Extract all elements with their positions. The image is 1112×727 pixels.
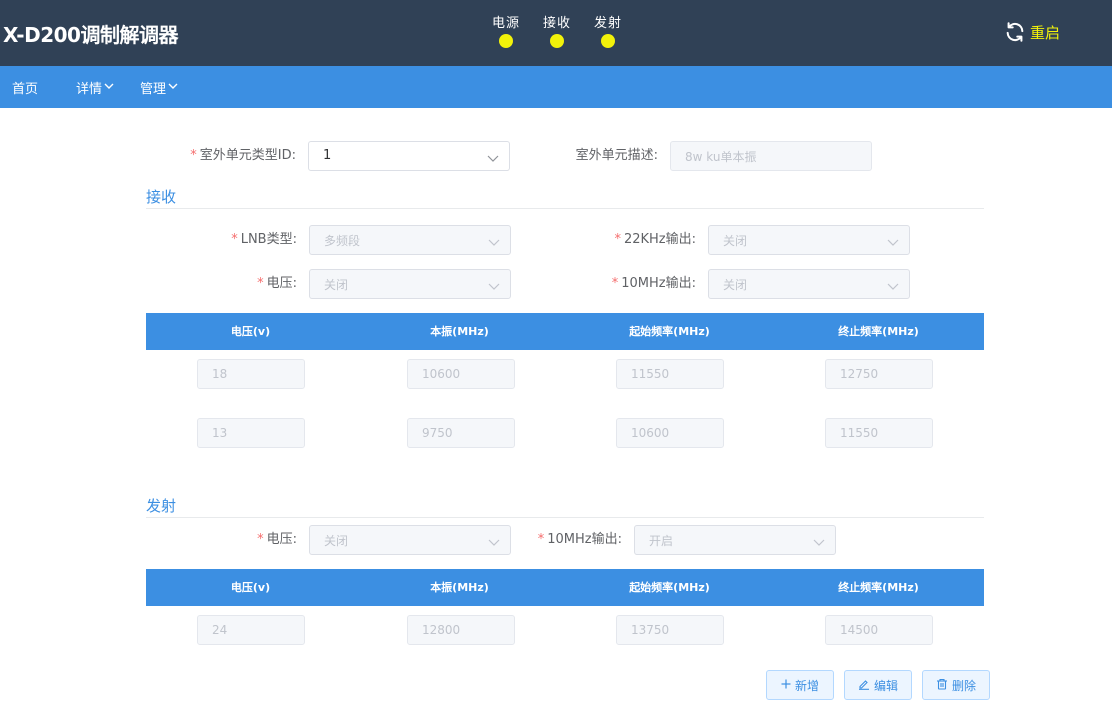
transmit-section-title: 发射 xyxy=(146,497,177,515)
receive-col-end-freq: 终止频率(MHz) xyxy=(838,325,919,338)
trash-icon xyxy=(936,678,952,693)
transmit-voltage-value: 关闭 xyxy=(324,534,349,548)
edit-button[interactable]: 编辑 xyxy=(844,670,912,700)
odu-type-id-value: 1 xyxy=(323,148,332,163)
transmit-voltage-label: * 电压: xyxy=(257,532,297,547)
odu-desc-label: 室外单元描述: xyxy=(575,148,658,163)
power-status-dot xyxy=(499,34,513,48)
receive-table-header: 电压(v) 本振(MHz) 起始频率(MHz) 终止频率(MHz) xyxy=(146,313,984,350)
receive-10mhz-output-label: * 10MHz输出: xyxy=(611,276,696,291)
receive-indicator: 接收 xyxy=(537,15,577,48)
nav-manage[interactable]: 管理 xyxy=(140,78,179,97)
receive-divider xyxy=(146,208,984,209)
nav-details[interactable]: 详情 xyxy=(76,78,115,97)
transmit-10mhz-output-label: * 10MHz输出: xyxy=(537,532,622,547)
chevron-down-icon xyxy=(488,536,500,551)
transmit-indicator-label: 发射 xyxy=(593,16,622,31)
receive-row1-lo-input[interactable]: 10600 xyxy=(407,359,515,389)
plus-icon xyxy=(781,678,795,692)
lnb-type-select[interactable]: 多频段 xyxy=(309,225,511,255)
transmit-table-header: 电压(v) 本振(MHz) 起始频率(MHz) 终止频率(MHz) xyxy=(146,569,984,606)
nav-manage-label: 管理 xyxy=(140,82,167,97)
transmit-row1-lo-input[interactable]: 12800 xyxy=(407,615,515,645)
restart-label: 重启 xyxy=(1030,23,1061,42)
khz22-output-value: 关闭 xyxy=(723,234,748,248)
chevron-down-icon xyxy=(166,80,179,96)
chevron-down-icon xyxy=(488,280,500,295)
nav-home[interactable]: 首页 xyxy=(12,78,38,97)
receive-row2-voltage-input[interactable]: 13 xyxy=(197,418,305,448)
receive-row2-end-input[interactable]: 11550 xyxy=(825,418,933,448)
power-indicator-label: 电源 xyxy=(491,16,520,31)
receive-col-lo: 本振(MHz) xyxy=(430,325,489,338)
edit-button-label: 编辑 xyxy=(873,678,898,693)
odu-type-id-select[interactable]: 1 xyxy=(308,141,510,171)
add-button[interactable]: 新增 xyxy=(766,670,834,700)
transmit-row1-start-input[interactable]: 13750 xyxy=(616,615,724,645)
odu-desc-input[interactable]: 8w ku单本振 xyxy=(670,141,872,171)
app-title: X-D200调制解调器 xyxy=(3,23,178,47)
chevron-down-icon xyxy=(887,280,899,295)
receive-section-title: 接收 xyxy=(146,188,177,206)
transmit-divider xyxy=(146,517,984,518)
transmit-row1-voltage-input[interactable]: 24 xyxy=(197,615,305,645)
receive-row2-start-input[interactable]: 10600 xyxy=(616,418,724,448)
receive-status-dot xyxy=(550,34,564,48)
restart-button[interactable]: 重启 xyxy=(1004,21,1060,43)
odu-desc-value: 8w ku单本振 xyxy=(685,150,757,164)
transmit-col-voltage: 电压(v) xyxy=(230,581,271,594)
receive-10mhz-output-value: 关闭 xyxy=(723,278,748,292)
transmit-indicator: 发射 xyxy=(588,15,628,48)
chevron-down-icon xyxy=(487,152,499,167)
odu-type-id-label: * 室外单元类型ID: xyxy=(190,148,296,163)
receive-row2-lo-input[interactable]: 9750 xyxy=(407,418,515,448)
chevron-down-icon xyxy=(488,236,500,251)
app-header: X-D200调制解调器 电源 接收 发射 重启 xyxy=(0,0,1112,66)
delete-button-label: 删除 xyxy=(951,678,976,693)
add-button-label: 新增 xyxy=(794,678,819,693)
edit-icon xyxy=(858,678,874,693)
delete-button[interactable]: 删除 xyxy=(922,670,990,700)
chevron-down-icon xyxy=(102,80,115,96)
transmit-col-start-freq: 起始频率(MHz) xyxy=(629,581,710,594)
khz22-output-label: * 22KHz输出: xyxy=(614,232,696,247)
chevron-down-icon xyxy=(887,236,899,251)
lnb-type-label: * LNB类型: xyxy=(231,232,297,247)
receive-row1-start-input[interactable]: 11550 xyxy=(616,359,724,389)
receive-voltage-select[interactable]: 关闭 xyxy=(309,269,511,299)
transmit-status-dot xyxy=(601,34,615,48)
receive-col-voltage: 电压(v) xyxy=(230,325,271,338)
nav-details-label: 详情 xyxy=(76,82,103,97)
receive-col-start-freq: 起始频率(MHz) xyxy=(629,325,710,338)
receive-voltage-label: * 电压: xyxy=(257,276,297,291)
power-indicator: 电源 xyxy=(486,15,526,48)
transmit-col-lo: 本振(MHz) xyxy=(430,581,489,594)
refresh-icon xyxy=(1004,21,1026,43)
receive-10mhz-output-select[interactable]: 关闭 xyxy=(708,269,910,299)
transmit-10mhz-output-value: 开启 xyxy=(649,534,674,548)
receive-indicator-label: 接收 xyxy=(542,16,571,31)
khz22-output-select[interactable]: 关闭 xyxy=(708,225,910,255)
transmit-10mhz-output-select[interactable]: 开启 xyxy=(634,525,836,555)
transmit-row1-end-input[interactable]: 14500 xyxy=(825,615,933,645)
receive-voltage-value: 关闭 xyxy=(324,278,349,292)
nav-bar: 首页 详情 管理 xyxy=(0,66,1112,108)
lnb-type-value: 多频段 xyxy=(324,234,361,248)
transmit-voltage-select[interactable]: 关闭 xyxy=(309,525,511,555)
receive-row1-voltage-input[interactable]: 18 xyxy=(197,359,305,389)
chevron-down-icon xyxy=(813,536,825,551)
nav-home-label: 首页 xyxy=(12,82,39,97)
transmit-col-end-freq: 终止频率(MHz) xyxy=(838,581,919,594)
receive-row1-end-input[interactable]: 12750 xyxy=(825,359,933,389)
